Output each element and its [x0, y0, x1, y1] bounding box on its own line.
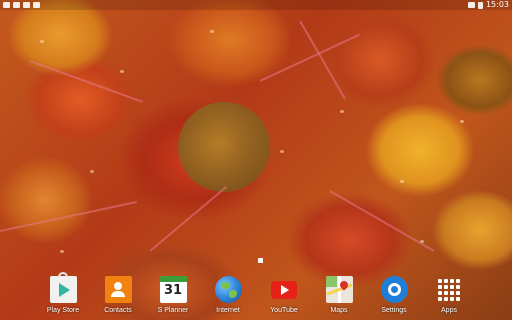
contacts-icon — [104, 276, 132, 303]
home-page-indicator[interactable] — [258, 258, 263, 263]
maps-icon — [325, 276, 353, 303]
app-s-planner[interactable]: 31 S Planner — [145, 276, 201, 320]
calendar-day: 31 — [163, 283, 183, 298]
app-label: S Planner — [157, 307, 189, 314]
wallpaper-vein — [0, 200, 138, 232]
globe-icon — [214, 276, 242, 303]
gallery-notification-icon — [3, 2, 10, 8]
system-icons: 15:03 — [467, 0, 509, 10]
settings-gear-icon — [380, 276, 408, 303]
app-apps-drawer[interactable]: Apps — [421, 276, 477, 320]
wallpaper-vein — [149, 185, 228, 252]
notification-icons — [3, 2, 40, 8]
water-drop — [60, 250, 64, 253]
water-drop — [340, 110, 344, 113]
water-drop — [40, 40, 44, 43]
app-contacts[interactable]: Contacts — [90, 276, 146, 320]
water-drop — [120, 70, 124, 73]
app-dock: Play Store Contacts 31 S Planner Interne… — [0, 272, 512, 320]
battery-icon — [477, 1, 483, 9]
app-play-store[interactable]: Play Store — [35, 272, 91, 320]
play-store-icon — [49, 272, 77, 303]
autumn-leaves-wallpaper — [0, 0, 512, 320]
app-settings[interactable]: Settings — [366, 276, 422, 320]
screenshot-notification-icon — [13, 2, 20, 8]
water-drop — [90, 170, 94, 173]
status-bar[interactable]: 15:03 — [0, 0, 512, 10]
download-notification-icon — [33, 2, 40, 8]
android-notification-icon — [23, 2, 30, 8]
water-drop — [280, 150, 284, 153]
water-drop — [460, 120, 464, 123]
app-label: Maps — [330, 307, 348, 314]
app-internet[interactable]: Internet — [200, 276, 256, 320]
app-label: Internet — [216, 307, 240, 314]
status-clock: 15:03 — [485, 0, 509, 9]
water-drop — [400, 180, 404, 183]
youtube-icon — [271, 276, 298, 303]
app-maps[interactable]: Maps — [311, 276, 367, 320]
calendar-icon: 31 — [159, 276, 187, 303]
wallpaper-leaf-center — [178, 102, 270, 192]
app-label: Apps — [441, 307, 457, 314]
app-label: YouTube — [270, 307, 298, 314]
wifi-icon — [467, 2, 475, 8]
wallpaper-vein — [329, 190, 435, 252]
water-drop — [210, 30, 214, 33]
app-label: Contacts — [104, 307, 132, 314]
app-label: Settings — [381, 307, 407, 314]
wallpaper-vein — [29, 60, 144, 103]
app-grid-icon — [436, 276, 463, 303]
app-youtube[interactable]: YouTube — [256, 276, 312, 320]
app-label: Play Store — [46, 307, 80, 314]
water-drop — [420, 240, 424, 243]
